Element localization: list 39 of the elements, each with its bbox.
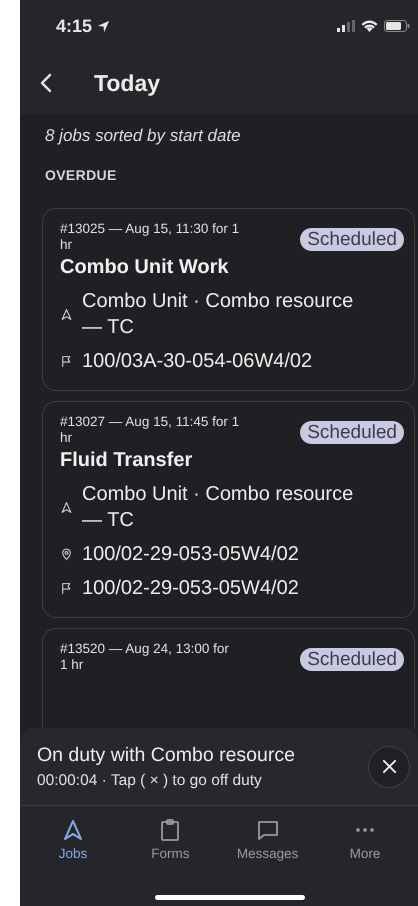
- screen-title: Today: [94, 68, 160, 98]
- navigation-arrow-icon: [60, 308, 73, 320]
- duty-title: On duty with Combo resource: [37, 742, 296, 766]
- close-button[interactable]: [368, 746, 410, 788]
- status-badge: Scheduled: [300, 648, 404, 671]
- status-badge: Scheduled: [300, 228, 404, 251]
- chat-bubble-icon: [256, 818, 280, 842]
- tab[interactable]: Forms: [127, 818, 214, 862]
- job-detail: 100/02-29-053-05W4/02: [82, 576, 299, 601]
- flag-icon: [60, 582, 73, 594]
- summary-text: 8 jobs sorted by start date: [44, 125, 242, 147]
- battery-icon: [384, 20, 410, 32]
- job-meta: #13025 — Aug 15, 11:30 for 1 hr: [60, 221, 240, 253]
- job-detail: Combo Unit · Combo resource — TC: [82, 289, 354, 340]
- job-meta: #13027 — Aug 15, 11:45 for 1 hr: [60, 414, 240, 446]
- job-detail: Combo Unit · Combo resource — TC: [82, 482, 354, 533]
- tab[interactable]: More: [322, 818, 408, 862]
- location-arrow-icon: [96, 18, 112, 34]
- navigation-arrow-icon: [61, 818, 85, 842]
- status-time: 4:15: [56, 14, 92, 38]
- job-title: Fluid Transfer: [60, 448, 194, 473]
- signal-icon: [337, 20, 355, 32]
- job-card[interactable]: #13025 — Aug 15, 11:30 for 1 hr Scheduled Combo Unit Work Combo Unit · Combo resource — TC 100/03A-30-054-06W4/02: [42, 208, 415, 391]
- more-icon: [354, 827, 375, 833]
- tab[interactable]: Jobs: [30, 818, 116, 862]
- job-detail: 100/02-29-053-05W4/02: [82, 542, 299, 567]
- job-card[interactable]: #13027 — Aug 15, 11:45 for 1 hr Scheduled Fluid Transfer Combo Unit · Combo resource — TC 100/02-29-053-05W4/02 100/02-29-053-05W4/02: [42, 401, 415, 618]
- duty-subtitle: 00:00:04 · Tap ( × ) to go off duty: [37, 770, 263, 790]
- wifi-icon: [361, 20, 378, 32]
- status-badge: Scheduled: [300, 421, 404, 444]
- job-detail: 100/03A-30-054-06W4/02: [82, 349, 312, 374]
- map-pin-icon: [60, 548, 73, 560]
- flag-icon: [60, 354, 73, 368]
- tab[interactable]: Messages: [224, 818, 311, 862]
- navigation-arrow-icon: [60, 500, 73, 514]
- close-icon: [382, 759, 396, 774]
- job-meta: #13520 — Aug 24, 13:00 for 1 hr: [60, 641, 230, 673]
- section-heading: OVERDUE: [44, 166, 118, 185]
- job-title: Combo Unit Work: [60, 255, 230, 280]
